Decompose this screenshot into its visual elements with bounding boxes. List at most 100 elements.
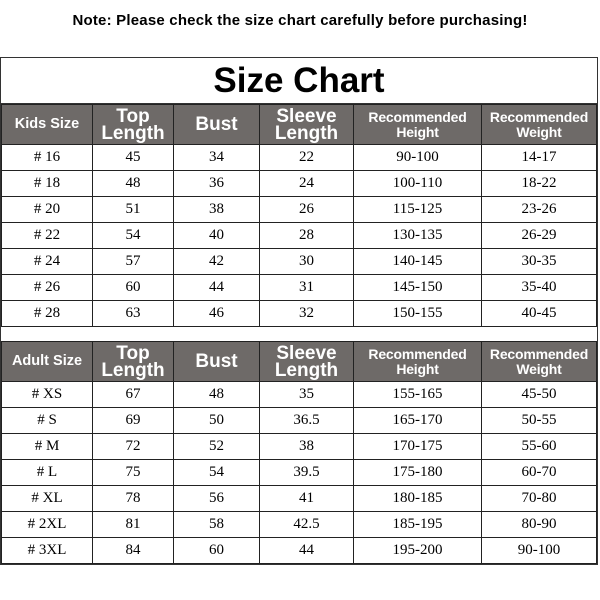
table-row: # 16 45 34 22 90-100 14-17 bbox=[1, 144, 597, 171]
cell-bust: 38 bbox=[173, 196, 260, 223]
header-line: Weight bbox=[516, 360, 562, 377]
cell-size: # 3XL bbox=[1, 537, 93, 564]
cell-bust: 36 bbox=[173, 170, 260, 197]
header-line: Length bbox=[101, 122, 165, 144]
cell-sleeve-length: 22 bbox=[259, 144, 354, 171]
cell-bust: 58 bbox=[173, 511, 260, 538]
cell-bust: 52 bbox=[173, 433, 260, 460]
table-row: # 3XL 84 60 44 195-200 90-100 bbox=[1, 537, 597, 564]
header-line: Bust bbox=[195, 351, 238, 372]
adult-header: Adult Size Top Length Bust Sleeve Length Recom… bbox=[1, 341, 597, 382]
adult-header-recommended-weight: Recommended Weight bbox=[481, 341, 597, 382]
kids-header-recommended-height: Recommended Height bbox=[353, 104, 482, 145]
adult-rows: # XS 67 48 35 155-165 45-50 # S 69 50 36.5 165-170… bbox=[1, 381, 597, 564]
cell-recommended-weight: 14-17 bbox=[481, 144, 597, 171]
cell-size: # L bbox=[1, 459, 93, 486]
size-chart: Size Chart Kids Size Top Length Bust Sleeve L… bbox=[0, 57, 598, 565]
header-line: Length bbox=[101, 359, 165, 381]
table-row: # M 72 52 38 170-175 55-60 bbox=[1, 433, 597, 460]
kids-header-bust: Bust bbox=[173, 104, 260, 145]
cell-recommended-weight: 45-50 bbox=[481, 381, 597, 408]
header-line: Adult Size bbox=[11, 353, 83, 369]
cell-sleeve-length: 31 bbox=[259, 274, 354, 301]
cell-size: # 16 bbox=[1, 144, 93, 171]
kids-header-size: Kids Size bbox=[1, 104, 93, 145]
cell-recommended-height: 140-145 bbox=[353, 248, 482, 275]
cell-recommended-height: 175-180 bbox=[353, 459, 482, 486]
gap-row bbox=[1, 326, 597, 342]
header-line: Sleeve bbox=[276, 105, 337, 127]
cell-size: # 22 bbox=[1, 222, 93, 249]
cell-size: # XS bbox=[1, 381, 93, 408]
cell-recommended-weight: 26-29 bbox=[481, 222, 597, 249]
header-line: Recommended bbox=[368, 108, 467, 125]
cell-size: # XL bbox=[1, 485, 93, 512]
table-row: # XL 78 56 41 180-185 70-80 bbox=[1, 485, 597, 512]
cell-bust: 48 bbox=[173, 381, 260, 408]
cell-recommended-height: 180-185 bbox=[353, 485, 482, 512]
cell-top-length: 84 bbox=[92, 537, 174, 564]
cell-recommended-height: 165-170 bbox=[353, 407, 482, 434]
cell-bust: 56 bbox=[173, 485, 260, 512]
cell-recommended-weight: 40-45 bbox=[481, 300, 597, 327]
table-row: # 20 51 38 26 115-125 23-26 bbox=[1, 196, 597, 223]
cell-size: # 2XL bbox=[1, 511, 93, 538]
header-line: Length bbox=[274, 122, 339, 144]
header-line: Weight bbox=[516, 123, 562, 140]
header-line: Height bbox=[396, 123, 439, 140]
cell-size: # 26 bbox=[1, 274, 93, 301]
cell-recommended-height: 90-100 bbox=[353, 144, 482, 171]
cell-recommended-height: 155-165 bbox=[353, 381, 482, 408]
cell-recommended-weight: 18-22 bbox=[481, 170, 597, 197]
cell-recommended-weight: 50-55 bbox=[481, 407, 597, 434]
header-line: Recommended bbox=[489, 345, 589, 362]
cell-size: # 24 bbox=[1, 248, 93, 275]
cell-size: # 18 bbox=[1, 170, 93, 197]
cell-sleeve-length: 38 bbox=[259, 433, 354, 460]
header-line: Recommended bbox=[489, 108, 589, 125]
table-row: # 28 63 46 32 150-155 40-45 bbox=[1, 300, 597, 327]
cell-sleeve-length: 30 bbox=[259, 248, 354, 275]
header-line: Kids Size bbox=[14, 116, 80, 132]
cell-recommended-height: 185-195 bbox=[353, 511, 482, 538]
cell-recommended-weight: 55-60 bbox=[481, 433, 597, 460]
cell-size: # 20 bbox=[1, 196, 93, 223]
cell-bust: 50 bbox=[173, 407, 260, 434]
cell-sleeve-length: 26 bbox=[259, 196, 354, 223]
cell-sleeve-length: 41 bbox=[259, 485, 354, 512]
table-row: # 18 48 36 24 100-110 18-22 bbox=[1, 170, 597, 197]
cell-top-length: 72 bbox=[92, 433, 174, 460]
cell-top-length: 51 bbox=[92, 196, 174, 223]
gap-cell bbox=[1, 326, 597, 342]
cell-top-length: 69 bbox=[92, 407, 174, 434]
cell-sleeve-length: 36.5 bbox=[259, 407, 354, 434]
table-row: # XS 67 48 35 155-165 45-50 bbox=[1, 381, 597, 408]
table-row: # L 75 54 39.5 175-180 60-70 bbox=[1, 459, 597, 486]
cell-recommended-weight: 30-35 bbox=[481, 248, 597, 275]
purchase-note: Note: Please check the size chart carefu… bbox=[72, 12, 528, 29]
header-line: Sleeve bbox=[276, 342, 337, 364]
cell-sleeve-length: 35 bbox=[259, 381, 354, 408]
cell-recommended-weight: 35-40 bbox=[481, 274, 597, 301]
cell-recommended-height: 170-175 bbox=[353, 433, 482, 460]
adult-header-bust: Bust bbox=[173, 341, 260, 382]
table-row: # 24 57 42 30 140-145 30-35 bbox=[1, 248, 597, 275]
cell-recommended-height: 145-150 bbox=[353, 274, 482, 301]
cell-recommended-weight: 60-70 bbox=[481, 459, 597, 486]
adult-header-top-length: Top Length bbox=[92, 341, 174, 382]
cell-top-length: 75 bbox=[92, 459, 174, 486]
cell-size: # 28 bbox=[1, 300, 93, 327]
cell-top-length: 78 bbox=[92, 485, 174, 512]
size-table: Kids Size Top Length Bust Sleeve Length Recomm… bbox=[1, 104, 597, 564]
cell-recommended-weight: 90-100 bbox=[481, 537, 597, 564]
header-line: Bust bbox=[195, 114, 238, 135]
cell-bust: 34 bbox=[173, 144, 260, 171]
cell-recommended-weight: 23-26 bbox=[481, 196, 597, 223]
header-line: Recommended bbox=[368, 345, 467, 362]
cell-size: # M bbox=[1, 433, 93, 460]
kids-header-top-length: Top Length bbox=[92, 104, 174, 145]
kids-header-recommended-weight: Recommended Weight bbox=[481, 104, 597, 145]
cell-top-length: 60 bbox=[92, 274, 174, 301]
cell-recommended-height: 100-110 bbox=[353, 170, 482, 197]
cell-bust: 54 bbox=[173, 459, 260, 486]
